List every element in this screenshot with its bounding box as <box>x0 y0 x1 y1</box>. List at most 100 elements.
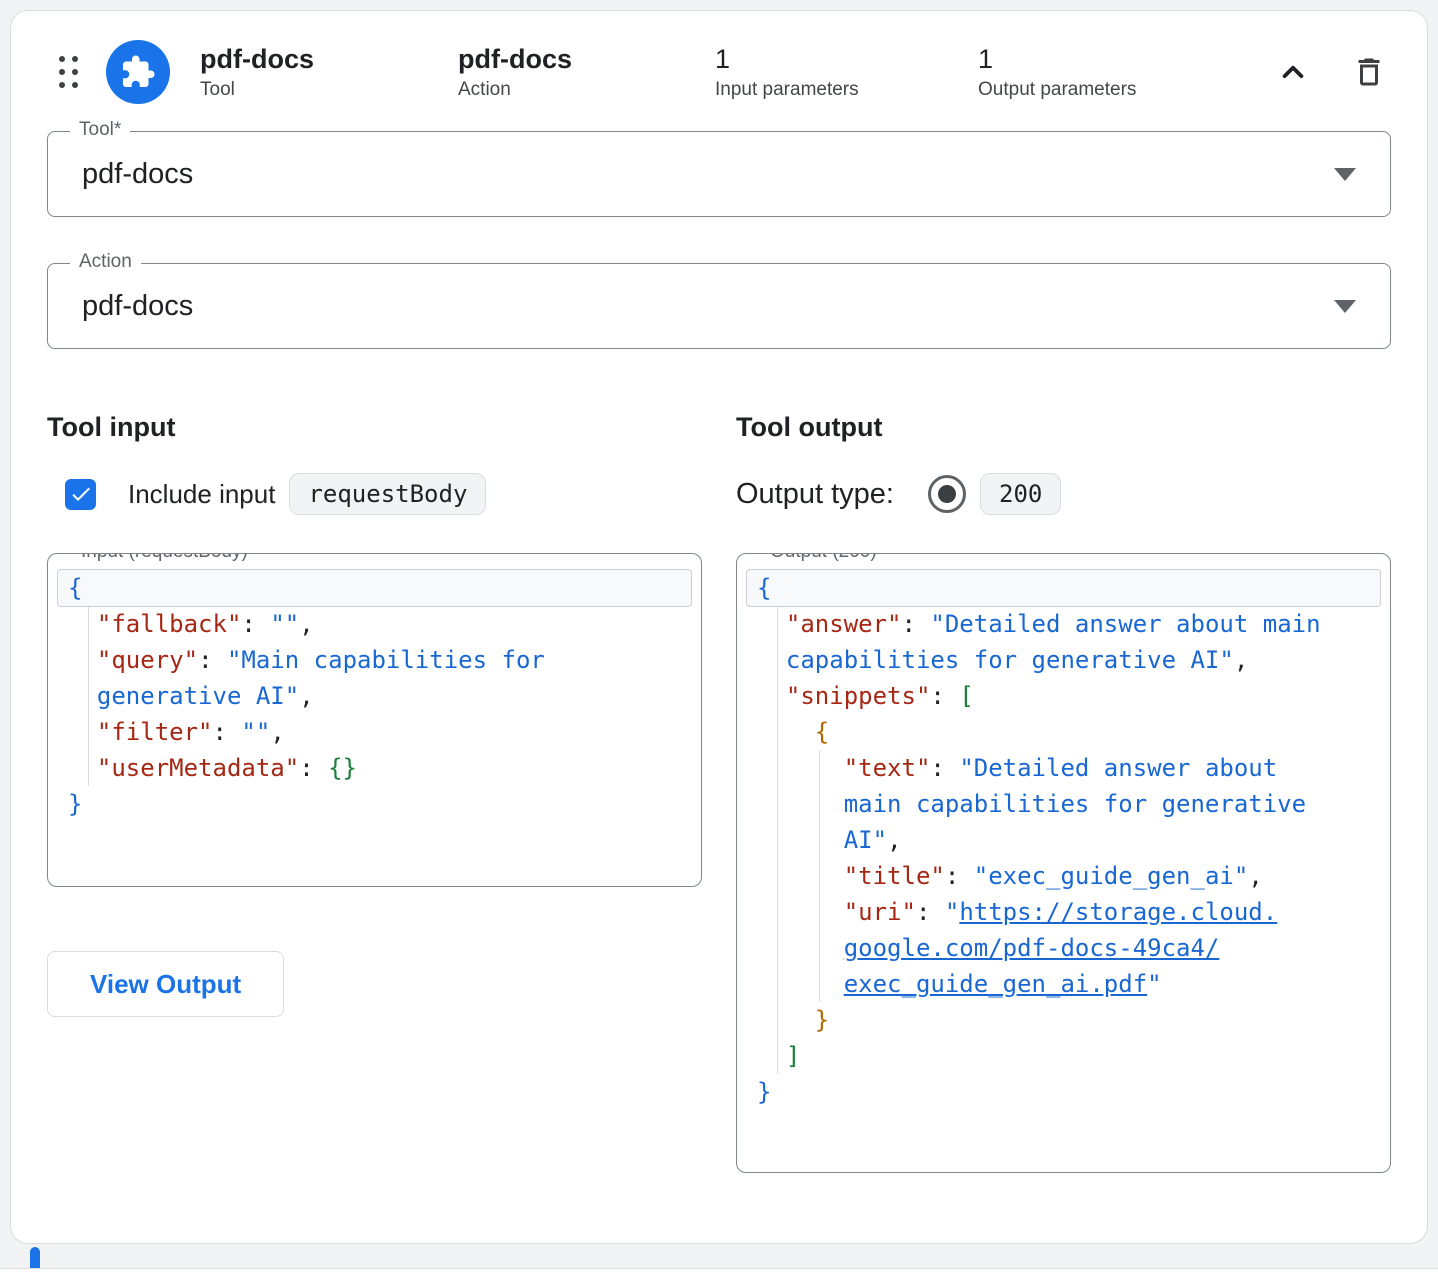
next-card-fragment <box>0 1268 1438 1284</box>
code-line: "snippets": [ <box>747 678 1380 714</box>
view-output-button[interactable]: View Output <box>47 951 284 1017</box>
code-line: { <box>58 570 691 606</box>
output-type-label: Output type: <box>736 478 894 511</box>
code-token: "Main capabilities for <box>227 646 545 674</box>
code-line: } <box>58 786 691 822</box>
header-tool-name: pdf-docs <box>200 43 458 75</box>
code-token: , <box>887 826 901 854</box>
header-tool-label: Tool <box>200 79 458 101</box>
header-action-label: Action <box>458 79 715 101</box>
collapse-button[interactable] <box>1271 50 1315 94</box>
header-action-name: pdf-docs <box>458 43 715 75</box>
code-token <box>68 646 97 674</box>
code-line: capabilities for generative AI", <box>747 642 1380 678</box>
code-token <box>68 610 97 638</box>
code-token: } <box>815 1006 829 1034</box>
code-token <box>757 790 844 818</box>
code-line: exec_guide_gen_ai.pdf" <box>747 966 1380 1002</box>
code-token: "" <box>241 718 270 746</box>
code-token: "" <box>270 610 299 638</box>
dropdown-caret-icon <box>1334 300 1356 313</box>
code-token: , <box>299 610 313 638</box>
dropdown-caret-icon <box>1334 168 1356 181</box>
code-token: { <box>815 718 829 746</box>
code-token: , <box>270 718 284 746</box>
code-token: [ <box>959 682 973 710</box>
code-line: } <box>747 1074 1380 1110</box>
tool-card: pdf-docs Tool pdf-docs Action 1 Input pa… <box>10 10 1428 1244</box>
code-token: : <box>916 898 945 926</box>
output-params-label: Output parameters <box>978 79 1136 101</box>
status-200-chip[interactable]: 200 <box>980 473 1061 515</box>
output-params-count: 1 <box>978 43 1136 75</box>
request-body-chip[interactable]: requestBody <box>289 473 486 515</box>
code-token <box>757 718 815 746</box>
code-token <box>757 1042 786 1070</box>
code-token: "title" <box>844 862 945 890</box>
code-token: : <box>299 754 328 782</box>
code-token: ] <box>786 1042 800 1070</box>
code-token: AI" <box>844 826 887 854</box>
code-line: { <box>747 570 1380 606</box>
tool-select-label: Tool* <box>70 119 130 141</box>
tool-input-title: Tool input <box>47 411 702 443</box>
code-token <box>68 682 97 710</box>
output-type-radio[interactable] <box>928 475 966 513</box>
code-token: "Detailed answer about main <box>930 610 1320 638</box>
code-token <box>68 718 97 746</box>
tool-select[interactable]: Tool* pdf-docs <box>47 131 1391 217</box>
include-input-checkbox[interactable] <box>65 479 96 510</box>
tool-card-header: pdf-docs Tool pdf-docs Action 1 Input pa… <box>47 11 1391 107</box>
code-token <box>757 754 844 782</box>
code-token: " <box>1147 970 1161 998</box>
code-token: , <box>1248 862 1262 890</box>
code-token: } <box>68 790 82 818</box>
uri-link[interactable]: exec_guide_gen_ai.pdf <box>844 970 1147 998</box>
code-line: "title": "exec_guide_gen_ai", <box>747 858 1380 894</box>
code-line: { <box>747 714 1380 750</box>
action-select-label: Action <box>70 251 141 273</box>
include-input-label: Include input <box>128 479 275 510</box>
code-line: "filter": "", <box>58 714 691 750</box>
tool-output-title: Tool output <box>736 411 1391 443</box>
chevron-up-icon <box>1274 53 1312 91</box>
code-line: } <box>747 1002 1380 1038</box>
action-select-value: pdf-docs <box>82 290 193 323</box>
tool-output-section: Tool output Output type: 200 Output (200… <box>736 411 1391 1173</box>
radio-dot <box>938 485 956 503</box>
output-code-editor[interactable]: { "answer": "Detailed answer about main … <box>747 570 1380 1156</box>
code-token: "exec_guide_gen_ai" <box>974 862 1249 890</box>
code-token <box>757 826 844 854</box>
code-line: AI", <box>747 822 1380 858</box>
input-fieldset: Input (requestBody) * { "fallback": "", … <box>47 553 702 887</box>
code-line: "uri": "https://storage.cloud. <box>747 894 1380 930</box>
code-token: } <box>757 1078 771 1106</box>
code-token: : <box>241 610 270 638</box>
input-params-count: 1 <box>715 43 978 75</box>
uri-link[interactable]: https://storage.cloud. <box>959 898 1277 926</box>
code-token <box>757 934 844 962</box>
header-input-params: 1 Input parameters <box>715 43 978 101</box>
tool-select-value: pdf-docs <box>82 158 193 191</box>
code-line: "text": "Detailed answer about <box>747 750 1380 786</box>
uri-link[interactable]: google.com/pdf-docs-49ca4/ <box>844 934 1220 962</box>
drag-handle-icon[interactable] <box>59 56 78 88</box>
code-line: "answer": "Detailed answer about main <box>747 606 1380 642</box>
action-select[interactable]: Action pdf-docs <box>47 263 1391 349</box>
input-code-editor[interactable]: { "fallback": "", "query": "Main capabil… <box>58 570 691 870</box>
check-icon <box>69 482 93 506</box>
code-line: generative AI", <box>58 678 691 714</box>
code-token: "query" <box>97 646 198 674</box>
code-token: "uri" <box>844 898 916 926</box>
code-token: : <box>930 682 959 710</box>
code-token: {} <box>328 754 357 782</box>
output-fieldset: Output (200) * { "answer": "Detailed ans… <box>736 553 1391 1173</box>
code-token <box>757 682 786 710</box>
code-token: { <box>68 574 82 602</box>
code-token: : <box>198 646 227 674</box>
code-token: "Detailed answer about <box>959 754 1277 782</box>
header-output-params: 1 Output parameters <box>978 43 1136 101</box>
delete-button[interactable] <box>1347 50 1391 94</box>
code-token <box>68 754 97 782</box>
code-line: "fallback": "", <box>58 606 691 642</box>
